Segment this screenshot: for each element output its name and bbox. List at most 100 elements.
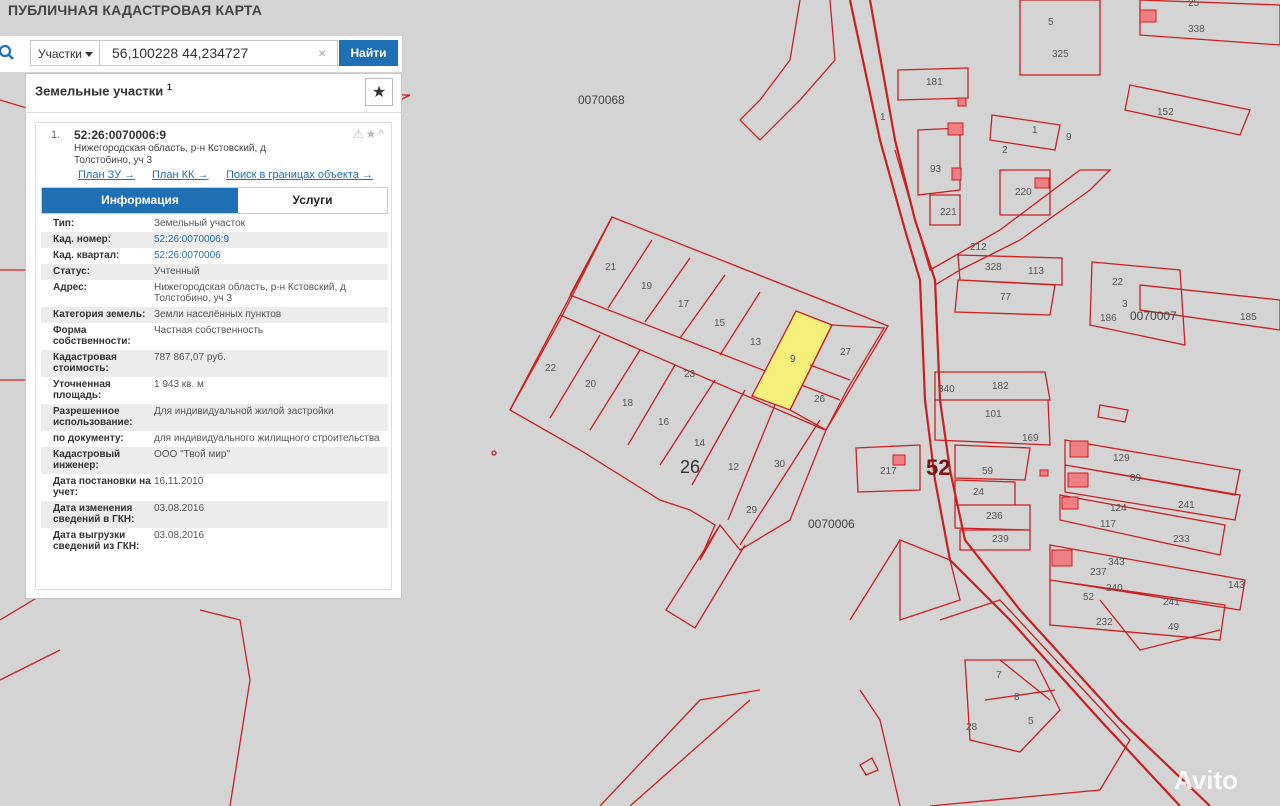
parcel-number-label[interactable]: 220: [1015, 187, 1032, 198]
parcel-number-label[interactable]: 15: [714, 318, 726, 329]
plan-zu-link[interactable]: План ЗУ →: [78, 169, 135, 181]
parcel-number-label[interactable]: 18: [622, 398, 634, 409]
info-row: Категория земель: Земли населённых пункто…: [41, 307, 388, 323]
parcel-number-label[interactable]: 338: [1188, 24, 1205, 35]
parcel-number-label[interactable]: 241: [1178, 500, 1195, 511]
parcel-number-label[interactable]: 340: [938, 384, 955, 395]
parcel-number-label[interactable]: 89: [1130, 473, 1142, 484]
parcel-number-label[interactable]: 30: [774, 459, 786, 470]
parcel-number-label[interactable]: 8: [1014, 692, 1020, 703]
parcel-number-label[interactable]: 1: [1032, 125, 1038, 136]
parcel-number-label[interactable]: 23: [684, 369, 696, 380]
parcel-number-label[interactable]: 52: [1083, 592, 1095, 603]
parcel-number-label[interactable]: 16: [658, 417, 670, 428]
parcel-number-label[interactable]: 14: [694, 438, 706, 449]
parcel-number-label[interactable]: 93: [930, 164, 942, 175]
parcel-number-label[interactable]: 22: [1112, 277, 1124, 288]
quarter-label: 0070068: [578, 93, 625, 107]
search-type-value: Участки: [38, 47, 82, 61]
card-address: Нижегородская область, р-н Кстовский, д …: [74, 143, 266, 166]
search-type-select[interactable]: Участки: [30, 40, 100, 66]
parcel-number-label[interactable]: 101: [985, 409, 1002, 420]
quarter-label: 0070007: [1130, 309, 1177, 323]
parcel-number-label[interactable]: 236: [986, 511, 1003, 522]
parcel-number-label[interactable]: 221: [940, 207, 957, 218]
info-row: Форма собственности: Частная собственност…: [53, 325, 264, 347]
parcel-number-label[interactable]: 239: [992, 534, 1009, 545]
parcel-number-label[interactable]: 181: [926, 77, 943, 88]
parcel-number-label[interactable]: 19: [641, 281, 653, 292]
close-icon[interactable]: ×: [318, 45, 326, 61]
card-tabs: Информация Услуги: [41, 187, 388, 214]
parcel-number-label[interactable]: 21: [605, 262, 617, 273]
card-cad-number[interactable]: 52:26:0070006:9: [74, 128, 166, 142]
parcel-number-label[interactable]: 129: [1113, 453, 1130, 464]
parcel-number-label[interactable]: 1: [880, 112, 886, 123]
parcel-number-label[interactable]: 185: [1240, 312, 1257, 323]
favorite-button[interactable]: ★: [365, 78, 393, 106]
parcel-number-label[interactable]: 5: [1028, 716, 1034, 727]
parcel-number-label[interactable]: 29: [746, 505, 758, 516]
tab-services[interactable]: Услуги: [238, 188, 387, 213]
parcel-number-label[interactable]: 24: [973, 487, 985, 498]
parcel-number-label[interactable]: 20: [585, 379, 597, 390]
search-icon[interactable]: [0, 44, 16, 62]
parcel-number-label[interactable]: 26: [814, 394, 826, 405]
result-count: 1: [166, 82, 172, 92]
tab-information[interactable]: Информация: [42, 188, 238, 213]
parcel-number-label[interactable]: 325: [1052, 49, 1069, 60]
parcel-number-label[interactable]: 9: [1066, 132, 1072, 143]
parcel-card: 1. 52:26:0070006:9 ⚠★^ Нижегородская обл…: [35, 122, 392, 590]
info-row: Дата выгрузки сведений из ГКН: 03.08.2016: [53, 530, 205, 552]
parcel-number-label[interactable]: 9: [790, 354, 796, 365]
parcel-number-label[interactable]: 7: [996, 670, 1002, 681]
parcel-number-label[interactable]: 343: [1108, 557, 1125, 568]
parcel-number-label[interactable]: 59: [982, 466, 994, 477]
parcel-number-label[interactable]: 169: [1022, 433, 1039, 444]
parcel-number-label[interactable]: 237: [1090, 567, 1107, 578]
parcel-number-label[interactable]: 232: [1096, 617, 1113, 628]
parcel-number-label[interactable]: 217: [880, 466, 897, 477]
parcel-number-label[interactable]: 241: [1163, 597, 1180, 608]
parcel-number-label[interactable]: 12: [728, 462, 740, 473]
parcel-number-label[interactable]: 3: [1122, 299, 1128, 310]
panel-title: Земельные участки 1: [35, 82, 172, 99]
parcel-number-label[interactable]: 212: [970, 242, 987, 253]
search-in-bounds-link[interactable]: Поиск в границах объекта →: [226, 169, 373, 181]
results-panel: Земельные участки 1 ★ 1. 52:26:0070006:9…: [25, 73, 402, 599]
info-row: Кад. номер: 52:26:0070006:9: [41, 232, 388, 248]
parcel-number-label[interactable]: 5: [1048, 17, 1054, 28]
info-row: Кадастровый инженер: ООО "Твой мир": [41, 447, 388, 474]
parcel-number-label[interactable]: 233: [1173, 534, 1190, 545]
parcel-number-label[interactable]: 2: [1002, 145, 1008, 156]
parcel-number-label[interactable]: 17: [678, 299, 690, 310]
find-button[interactable]: Найти: [339, 40, 398, 66]
parcel-number-label[interactable]: 77: [1000, 292, 1012, 303]
parcel-number-label[interactable]: 124: [1110, 503, 1127, 514]
parcel-number-label[interactable]: 117: [1100, 519, 1116, 530]
parcel-number-label[interactable]: 328: [985, 262, 1002, 273]
info-table: Тип: Земельный участок Кад. номер: 52:26:0…: [41, 216, 388, 555]
info-row: Тип: Земельный участок: [53, 218, 246, 229]
parcel-number-label[interactable]: 152: [1157, 107, 1174, 118]
parcel-number-label[interactable]: 13: [750, 337, 762, 348]
parcel-number-label[interactable]: 22: [545, 363, 557, 374]
card-actions-icon[interactable]: ⚠★^: [353, 127, 386, 141]
parcel-number-label[interactable]: 143: [1228, 580, 1245, 591]
watermark-logo: Avito: [1174, 765, 1239, 795]
parcel-number-label[interactable]: 113: [1028, 266, 1044, 277]
parcel-number-label[interactable]: 28: [966, 722, 978, 733]
info-row: Статус: Учтенный: [41, 264, 388, 280]
parcel-number-label[interactable]: 182: [992, 381, 1009, 392]
parcel-number-label[interactable]: 27: [840, 347, 852, 358]
parcel-number-label[interactable]: 49: [1168, 622, 1180, 633]
parcel-number-label[interactable]: 240: [1106, 583, 1123, 594]
search-input[interactable]: [100, 40, 338, 66]
info-row: Уточненная площадь: 1 943 кв. м: [53, 379, 204, 401]
info-row: Кад. квартал: 52:26:0070006: [53, 250, 221, 261]
plan-kk-link[interactable]: План КК →: [152, 169, 208, 181]
info-row: Дата изменения сведений в ГКН: 03.08.2016: [41, 501, 388, 528]
parcel-number-label[interactable]: 25: [1188, 0, 1200, 9]
parcel-number-label[interactable]: 186: [1100, 313, 1117, 324]
parcel-labels: 21 19 17 15 13 9 27 22 20 18 16 14 12 30…: [545, 0, 1257, 733]
